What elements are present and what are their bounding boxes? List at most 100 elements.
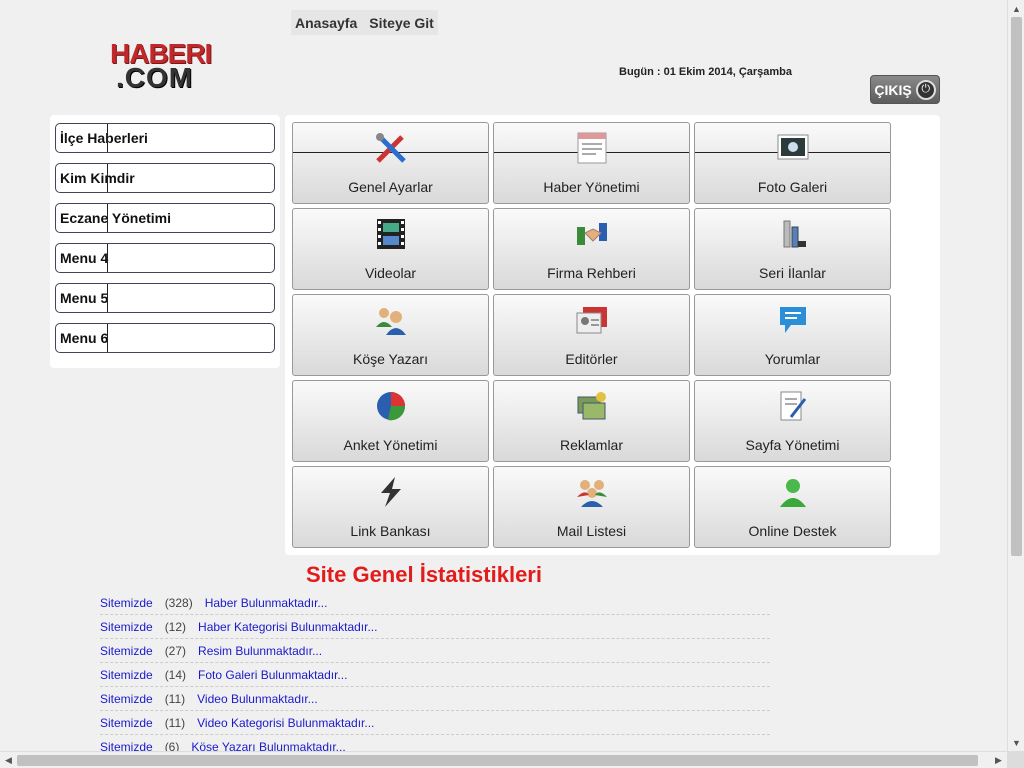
logo-line2: .COM xyxy=(116,62,194,93)
logout-button[interactable]: ÇIKIŞ ⏻ xyxy=(870,75,940,104)
scroll-left-icon[interactable]: ◀ xyxy=(0,752,17,768)
scroll-right-icon[interactable]: ▶ xyxy=(990,752,1007,768)
stat-text[interactable]: Resim Bulunmaktadır... xyxy=(198,644,322,658)
left-menu: İlçe Haberleri Kim Kimdir Eczane Yönetim… xyxy=(50,115,280,368)
stat-text[interactable]: Haber Kategorisi Bulunmaktadır... xyxy=(198,620,377,634)
stat-text[interactable]: Video Bulunmaktadır... xyxy=(197,692,318,706)
scroll-up-icon[interactable]: ▲ xyxy=(1008,0,1024,17)
menu-item-menu5[interactable]: Menu 5 xyxy=(55,283,275,313)
stat-row[interactable]: Sitemizde (14) Foto Galeri Bulunmaktadır..… xyxy=(100,663,770,687)
cash-icon xyxy=(494,389,689,423)
tile-label: Reklamlar xyxy=(559,437,623,453)
tile-link-bankasi[interactable]: Link Bankası xyxy=(292,466,489,548)
tile-videolar[interactable]: Videolar xyxy=(292,208,489,290)
tile-foto-galeri[interactable]: Foto Galeri xyxy=(694,122,891,204)
stat-row[interactable]: Sitemizde (12) Haber Kategorisi Bulunmakta… xyxy=(100,615,770,639)
stat-count: (328) xyxy=(164,595,193,610)
logout-label: ÇIKIŞ xyxy=(874,81,912,98)
menu-item-label: Menu 5 xyxy=(60,290,109,306)
menu-item-label: Menu 6 xyxy=(60,330,109,346)
comment-icon xyxy=(695,303,890,337)
tile-label: Haber Yönetimi xyxy=(543,179,640,195)
tile-label: Editörler xyxy=(565,351,618,367)
menu-item-ilce-haberleri[interactable]: İlçe Haberleri xyxy=(55,123,275,153)
scrollbar-corner xyxy=(1007,751,1024,768)
logo[interactable]: HABERI .COM xyxy=(110,40,220,93)
tile-label: Seri İlanlar xyxy=(759,265,826,281)
menu-item-kim-kimdir[interactable]: Kim Kimdir xyxy=(55,163,275,193)
bottles-icon xyxy=(695,217,890,251)
vertical-scroll-thumb[interactable] xyxy=(1011,17,1022,556)
stat-count: (12) xyxy=(164,619,187,634)
stat-count: (14) xyxy=(164,667,187,682)
tile-genel-ayarlar[interactable]: Genel Ayarlar xyxy=(292,122,489,204)
tile-label: Foto Galeri xyxy=(757,179,828,195)
stat-prefix: Sitemizde xyxy=(100,667,153,682)
menu-item-label: Kim Kimdir xyxy=(60,170,135,186)
tile-editorler[interactable]: Editörler xyxy=(493,294,690,376)
stat-text[interactable]: Foto Galeri Bulunmaktadır... xyxy=(198,668,347,682)
tools-icon xyxy=(293,131,488,165)
go-to-site-link[interactable]: Siteye Git xyxy=(369,15,434,31)
tile-label: Firma Rehberi xyxy=(547,265,636,281)
tile-label: Genel Ayarlar xyxy=(348,179,433,195)
stat-prefix: Sitemizde xyxy=(100,595,153,610)
tile-online-destek[interactable]: Online Destek xyxy=(694,466,891,548)
menu-item-label: Menu 4 xyxy=(60,250,109,266)
stat-row[interactable]: Sitemizde (11) Video Kategorisi Bulunmakta… xyxy=(100,711,770,735)
power-icon: ⏻ xyxy=(915,79,936,100)
tile-sayfa-yonetimi[interactable]: Sayfa Yönetimi xyxy=(694,380,891,462)
home-link[interactable]: Anasayfa xyxy=(295,15,357,31)
top-nav: Anasayfa Siteye Git xyxy=(291,10,438,35)
tile-haber-yonetimi[interactable]: Haber Yönetimi xyxy=(493,122,690,204)
menu-item-menu4[interactable]: Menu 4 xyxy=(55,243,275,273)
horizontal-scrollbar[interactable]: ◀ ▶ xyxy=(0,751,1007,768)
menu-item-label: Eczane Yönetimi xyxy=(60,210,172,226)
tile-label: Sayfa Yönetimi xyxy=(745,437,840,453)
stat-prefix: Sitemizde xyxy=(100,619,153,634)
film-icon xyxy=(293,217,488,251)
tile-label: Videolar xyxy=(364,265,417,281)
pie-chart-icon xyxy=(293,389,488,423)
admin-grid: Genel Ayarlar Haber Yönetimi Foto Galeri… xyxy=(285,115,940,555)
current-date: Bugün : 01 Ekim 2014, Çarşamba xyxy=(619,66,793,78)
tile-label: Mail Listesi xyxy=(556,523,627,539)
id-card-icon xyxy=(494,303,689,337)
stat-count: (11) xyxy=(164,715,186,730)
news-icon xyxy=(494,131,689,165)
lightning-icon xyxy=(293,475,488,509)
photo-icon xyxy=(695,131,890,165)
tile-label: Yorumlar xyxy=(764,351,821,367)
horizontal-scroll-thumb[interactable] xyxy=(17,755,978,766)
stat-row[interactable]: Sitemizde (11) Video Bulunmaktadır... xyxy=(100,687,770,711)
stat-text[interactable]: Video Kategorisi Bulunmaktadır... xyxy=(197,716,374,730)
tile-label: Anket Yönetimi xyxy=(343,437,438,453)
stat-text[interactable]: Haber Bulunmaktadır... xyxy=(205,596,328,610)
group-icon xyxy=(494,475,689,509)
tile-yorumlar[interactable]: Yorumlar xyxy=(694,294,891,376)
menu-item-label: İlçe Haberleri xyxy=(60,130,148,146)
vertical-scrollbar[interactable]: ▲ ▼ xyxy=(1007,0,1024,751)
stat-count: (27) xyxy=(164,643,187,658)
stat-prefix: Sitemizde xyxy=(100,691,153,706)
tile-mail-listesi[interactable]: Mail Listesi xyxy=(493,466,690,548)
tile-firma-rehberi[interactable]: Firma Rehberi xyxy=(493,208,690,290)
stat-prefix: Sitemizde xyxy=(100,715,153,730)
handshake-icon xyxy=(494,217,689,251)
stat-prefix: Sitemizde xyxy=(100,643,153,658)
stat-row[interactable]: Sitemizde (328) Haber Bulunmaktadır... xyxy=(100,591,770,615)
menu-item-eczane[interactable]: Eczane Yönetimi xyxy=(55,203,275,233)
tile-seri-ilanlar[interactable]: Seri İlanlar xyxy=(694,208,891,290)
menu-item-menu6[interactable]: Menu 6 xyxy=(55,323,275,353)
tile-reklamlar[interactable]: Reklamlar xyxy=(493,380,690,462)
support-icon xyxy=(695,475,890,509)
document-edit-icon xyxy=(695,389,890,423)
tile-anket-yonetimi[interactable]: Anket Yönetimi xyxy=(292,380,489,462)
tile-kose-yazari[interactable]: Köşe Yazarı xyxy=(292,294,489,376)
tile-label: Link Bankası xyxy=(350,523,431,539)
tile-label: Köşe Yazarı xyxy=(353,351,428,367)
scroll-down-icon[interactable]: ▼ xyxy=(1008,734,1024,751)
stats-title: Site Genel İstatistikleri xyxy=(306,562,542,587)
tile-label: Online Destek xyxy=(748,523,837,539)
stat-row[interactable]: Sitemizde (27) Resim Bulunmaktadır... xyxy=(100,639,770,663)
